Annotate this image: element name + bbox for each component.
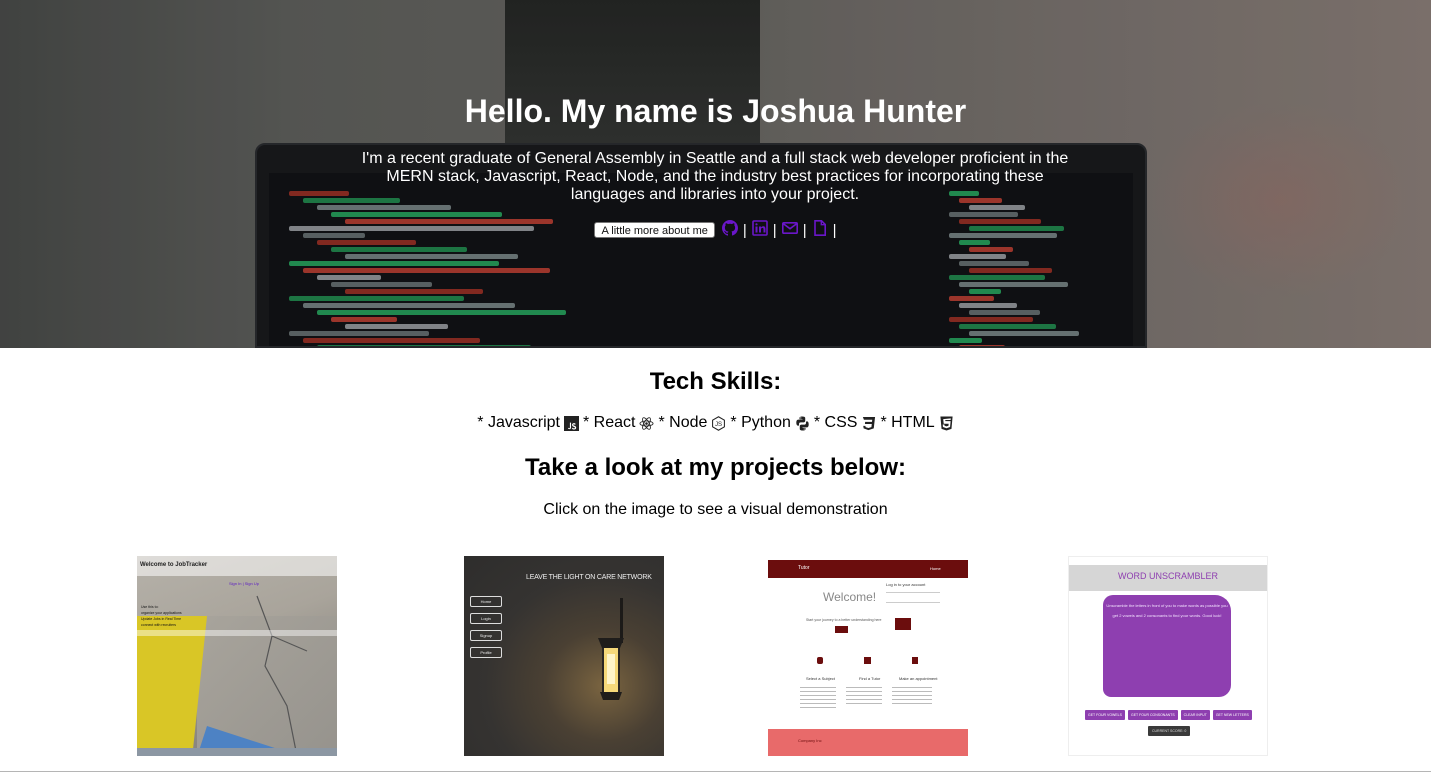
hero-banner: Hello. My name is Joshua Hunter I'm a re… xyxy=(0,0,1431,348)
python-icon xyxy=(796,415,809,431)
skill-react: * React xyxy=(583,414,636,431)
skill-node: * Node xyxy=(658,414,708,431)
link-separator: | xyxy=(802,221,807,239)
tutor-login-title: Log in to your account xyxy=(886,582,926,587)
page-bottom-divider xyxy=(0,771,1431,772)
project-thumbnail-leave-the-light-on[interactable]: LEAVE THE LIGHT ON CARE NETWORK Home Log… xyxy=(464,556,664,756)
projects-subtitle: Click on the image to see a visual demon… xyxy=(543,501,888,518)
tutor-welcome: Welcome! xyxy=(823,590,877,604)
hero-intro: I'm a recent graduate of General Assembl… xyxy=(361,150,1069,203)
skill-javascript: * Javascript xyxy=(477,414,560,431)
linkedin-link[interactable] xyxy=(751,220,768,240)
unscrambler-instructions: Unscramble the letters in front of you t… xyxy=(1106,603,1228,618)
hero-links: A little more about me | | | | xyxy=(0,220,1431,240)
github-link[interactable] xyxy=(721,220,738,240)
skills-list: * Javascript * React * Node JS * Python … xyxy=(0,414,1431,432)
svg-text:JS: JS xyxy=(715,420,722,427)
linkedin-icon xyxy=(751,220,768,236)
html5-icon xyxy=(940,415,953,431)
unscrambler-score: CURRENT SCORE: 0 xyxy=(1148,726,1191,736)
link-separator: | xyxy=(772,221,777,239)
skill-html: * HTML xyxy=(880,414,935,431)
react-icon xyxy=(639,416,654,430)
resume-file-icon xyxy=(813,220,826,236)
projects-title: Take a look at my projects below: xyxy=(525,454,906,481)
resume-link[interactable] xyxy=(812,220,828,240)
tutor-nav: Home xyxy=(930,566,941,571)
skill-css: * CSS xyxy=(813,414,858,431)
nodejs-icon: JS xyxy=(712,415,726,431)
project-thumbnail-word-unscrambler[interactable]: WORD UNSCRAMBLER Unscramble the letters … xyxy=(1068,556,1268,756)
javascript-icon xyxy=(564,415,579,431)
jobtracker-heading: Welcome to JobTracker xyxy=(140,562,208,568)
skill-python: * Python xyxy=(730,414,791,431)
jobtracker-link: Sign In | Sign Up xyxy=(229,581,259,586)
tutor-tagline: Start your journey to a better understan… xyxy=(806,618,882,622)
github-icon xyxy=(721,220,738,236)
css3-icon xyxy=(863,416,876,430)
skills-title: Tech Skills: xyxy=(649,368,782,395)
about-me-button[interactable]: A little more about me xyxy=(594,222,715,238)
link-separator: | xyxy=(832,221,837,239)
unscrambler-title: WORD UNSCRAMBLER xyxy=(1117,571,1218,581)
hero-title: Hello. My name is Joshua Hunter xyxy=(464,93,967,129)
lantern-image xyxy=(598,598,624,700)
tutor-brand: Tutor xyxy=(798,565,810,571)
tutor-footer: Company Inc xyxy=(798,738,822,743)
project-thumbnail-jobtracker[interactable]: Welcome to JobTracker Sign In | Sign Up … xyxy=(137,556,337,756)
email-link[interactable] xyxy=(781,220,798,240)
project-thumbnail-tutor[interactable]: Tutor Home Welcome! Start your journey t… xyxy=(768,556,968,756)
email-icon xyxy=(781,221,798,234)
link-separator: | xyxy=(742,221,747,239)
